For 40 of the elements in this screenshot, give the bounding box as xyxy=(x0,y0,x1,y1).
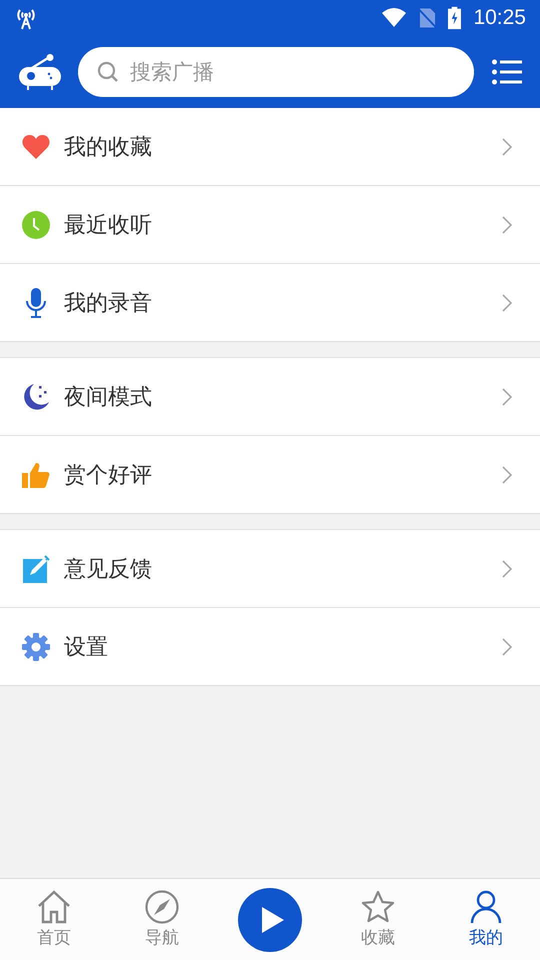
menu-label: 赏个好评 xyxy=(64,462,153,490)
chevron-right-icon xyxy=(502,138,512,156)
radio-icon xyxy=(18,54,62,90)
menu-label: 设置 xyxy=(64,634,109,662)
star-icon xyxy=(361,890,395,924)
chevron-right-icon xyxy=(502,560,512,578)
menu-icon[interactable] xyxy=(492,59,522,85)
menu-label: 最近收听 xyxy=(64,212,153,240)
menu-item[interactable]: 赏个好评 xyxy=(0,436,540,514)
battery-icon xyxy=(448,6,462,30)
chevron-right-icon xyxy=(502,466,512,484)
clock-time: 10:25 xyxy=(473,6,526,30)
chevron-right-icon xyxy=(502,638,512,656)
compass-icon xyxy=(145,890,179,924)
chevron-right-icon xyxy=(502,388,512,406)
edit-icon xyxy=(22,554,50,582)
menu-label: 夜间模式 xyxy=(64,384,153,412)
chevron-right-icon xyxy=(502,294,512,312)
clock-icon xyxy=(22,210,50,238)
person-icon xyxy=(469,890,503,924)
search-icon xyxy=(96,60,120,84)
heart-icon xyxy=(22,134,50,160)
menu-label: 意见反馈 xyxy=(64,556,153,584)
moon-icon xyxy=(22,382,50,410)
menu-item[interactable]: 最近收听 xyxy=(0,186,540,264)
menu-item[interactable]: 意见反馈 xyxy=(0,530,540,608)
menu-label: 我的录音 xyxy=(64,290,153,318)
menu-item[interactable]: 我的收藏 xyxy=(0,108,540,186)
play-icon xyxy=(262,906,284,932)
search-field[interactable]: 搜索广播 xyxy=(78,47,474,97)
menu-item[interactable]: 夜间模式 xyxy=(0,358,540,436)
menu-label: 我的收藏 xyxy=(64,134,153,162)
menu-item[interactable]: 设置 xyxy=(0,608,540,686)
menu-item[interactable]: 我的录音 xyxy=(0,264,540,342)
chevron-right-icon xyxy=(502,216,512,234)
nav-tab[interactable]: 我的 xyxy=(432,879,540,960)
no-sim-icon xyxy=(419,7,436,29)
wifi-icon xyxy=(381,8,408,28)
home-icon xyxy=(37,890,71,924)
thumbs-up-icon xyxy=(22,462,50,488)
